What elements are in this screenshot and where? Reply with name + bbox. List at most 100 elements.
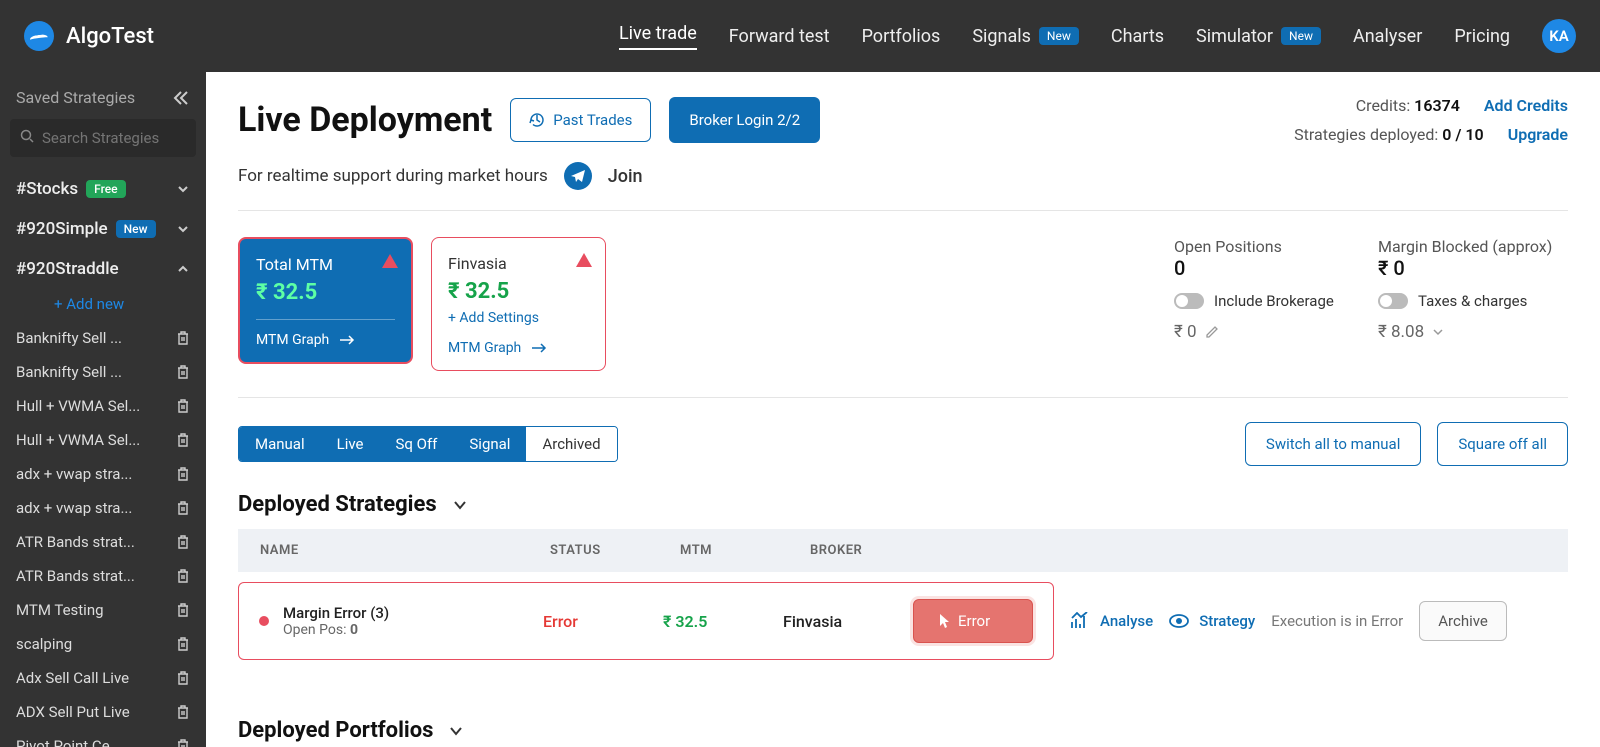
deployed-portfolios-heading: Deployed Portfolios xyxy=(238,718,433,743)
trash-icon[interactable] xyxy=(176,602,190,618)
sidebar-strategy-item[interactable]: Hull + VWMA Sel... xyxy=(0,423,206,457)
mtm-graph-link[interactable]: MTM Graph xyxy=(448,340,589,356)
sidebar-strategy-item[interactable]: ADX Sell Put Live xyxy=(0,695,206,729)
sidebar-strategy-item[interactable]: Adx Sell Call Live xyxy=(0,661,206,695)
past-trades-label: Past Trades xyxy=(553,111,632,129)
filter-tabs: Manual Live Sq Off Signal Archived xyxy=(238,426,618,462)
main-nav: Live trade Forward test Portfolios Signa… xyxy=(619,19,1576,53)
upgrade-link[interactable]: Upgrade xyxy=(1508,125,1568,144)
chevron-down-icon[interactable] xyxy=(447,722,465,740)
category-920simple[interactable]: #920Simple New xyxy=(0,209,206,249)
telegram-icon[interactable] xyxy=(564,162,592,190)
sidebar-strategy-label: Banknifty Sell ... xyxy=(16,329,122,347)
trash-icon[interactable] xyxy=(176,568,190,584)
sidebar-strategy-item[interactable]: ATR Bands strat... xyxy=(0,525,206,559)
history-icon xyxy=(529,112,545,128)
col-name: NAME xyxy=(260,543,550,558)
strategies-table-header: NAME STATUS MTM BROKER xyxy=(238,529,1568,572)
square-off-all-button[interactable]: Square off all xyxy=(1437,422,1568,466)
sidebar-strategy-item[interactable]: Banknifty Sell ... xyxy=(0,321,206,355)
add-settings-link[interactable]: + Add Settings xyxy=(448,310,589,326)
search-icon xyxy=(20,129,34,143)
nav-forward-test[interactable]: Forward test xyxy=(729,26,830,47)
tab-signal[interactable]: Signal xyxy=(453,427,526,461)
nav-live-trade[interactable]: Live trade xyxy=(619,23,697,50)
broker-login-button[interactable]: Broker Login 2/2 xyxy=(669,97,820,143)
sidebar-strategy-item[interactable]: Hull + VWMA Sel... xyxy=(0,389,206,423)
trash-icon[interactable] xyxy=(176,534,190,550)
main-content: Live Deployment Past Trades Broker Login… xyxy=(206,72,1600,747)
trash-icon[interactable] xyxy=(176,670,190,686)
new-badge: New xyxy=(116,220,156,238)
open-positions-label: Open Positions xyxy=(1174,237,1344,256)
search-strategies-input[interactable] xyxy=(10,119,196,157)
brand-name: AlgoTest xyxy=(66,24,154,49)
add-credits-link[interactable]: Add Credits xyxy=(1484,96,1568,115)
edit-icon[interactable] xyxy=(1205,325,1219,339)
collapse-sidebar-icon[interactable] xyxy=(172,89,190,107)
taxes-value: ₹ 8.08 xyxy=(1378,322,1424,342)
total-mtm-card[interactable]: Total MTM ₹ 32.5 MTM Graph xyxy=(238,237,413,364)
new-badge: New xyxy=(1039,27,1079,45)
trash-icon[interactable] xyxy=(176,432,190,448)
trash-icon[interactable] xyxy=(176,398,190,414)
nav-simulator[interactable]: Simulator New xyxy=(1196,26,1321,47)
sidebar-strategy-item[interactable]: ATR Bands strat... xyxy=(0,559,206,593)
analyse-action[interactable]: Analyse xyxy=(1070,612,1153,630)
add-new-strategy[interactable]: + Add new xyxy=(0,289,206,321)
trash-icon[interactable] xyxy=(176,738,190,747)
sidebar-strategy-item[interactable]: scalping xyxy=(0,627,206,661)
sidebar-strategy-item[interactable]: Pivot Point Ce ... xyxy=(0,729,206,747)
sidebar-strategy-item[interactable]: MTM Testing xyxy=(0,593,206,627)
sidebar-strategy-item[interactable]: Banknifty Sell ... xyxy=(0,355,206,389)
execution-error-text: Execution is in Error xyxy=(1271,612,1403,630)
finvasia-card[interactable]: Finvasia ₹ 32.5 + Add Settings MTM Graph xyxy=(431,237,606,371)
include-brokerage-toggle[interactable] xyxy=(1174,293,1204,309)
finvasia-value: ₹ 32.5 xyxy=(448,279,589,304)
sidebar-strategy-item[interactable]: adx + vwap stra... xyxy=(0,491,206,525)
strategy-action[interactable]: Strategy xyxy=(1169,612,1255,630)
join-link[interactable]: Join xyxy=(608,166,643,187)
chevron-down-icon[interactable] xyxy=(451,496,469,514)
archive-button[interactable]: Archive xyxy=(1419,601,1507,641)
credits-label: Credits: xyxy=(1356,96,1410,115)
strategy-row[interactable]: Margin Error (3) Open Pos: 0 Error ₹ 32.… xyxy=(238,582,1054,660)
nav-pricing[interactable]: Pricing xyxy=(1454,26,1510,47)
nav-charts[interactable]: Charts xyxy=(1111,26,1164,47)
sidebar-strategy-item[interactable]: adx + vwap stra... xyxy=(0,457,206,491)
past-trades-button[interactable]: Past Trades xyxy=(510,98,651,142)
sidebar: Saved Strategies #Stocks Free #920Simple xyxy=(0,72,206,747)
switch-all-manual-button[interactable]: Switch all to manual xyxy=(1245,422,1421,466)
user-avatar[interactable]: KA xyxy=(1542,19,1576,53)
open-pos-label: Open Pos: xyxy=(283,622,346,638)
nav-signals[interactable]: Signals New xyxy=(972,26,1079,47)
trash-icon[interactable] xyxy=(176,704,190,720)
brand[interactable]: AlgoTest xyxy=(24,21,154,51)
open-positions-value: 0 xyxy=(1174,256,1344,280)
sidebar-strategy-label: ATR Bands strat... xyxy=(16,567,135,585)
strategy-mtm: ₹ 32.5 xyxy=(663,612,783,631)
category-920straddle-label: #920Straddle xyxy=(16,259,119,279)
trash-icon[interactable] xyxy=(176,636,190,652)
category-920straddle[interactable]: #920Straddle xyxy=(0,249,206,289)
total-mtm-label: Total MTM xyxy=(256,255,395,274)
col-mtm: MTM xyxy=(680,543,810,558)
sidebar-strategy-label: Hull + VWMA Sel... xyxy=(16,397,140,415)
trash-icon[interactable] xyxy=(176,500,190,516)
taxes-charges-toggle[interactable] xyxy=(1378,293,1408,309)
trash-icon[interactable] xyxy=(176,364,190,380)
tab-archived[interactable]: Archived xyxy=(526,427,616,461)
tab-manual[interactable]: Manual xyxy=(239,427,321,461)
tab-live[interactable]: Live xyxy=(321,427,380,461)
nav-analyser[interactable]: Analyser xyxy=(1353,26,1422,47)
trash-icon[interactable] xyxy=(176,466,190,482)
nav-portfolios[interactable]: Portfolios xyxy=(862,26,941,47)
error-button[interactable]: Error xyxy=(913,599,1033,643)
chevron-down-icon[interactable] xyxy=(1432,326,1444,338)
category-stocks[interactable]: #Stocks Free xyxy=(0,169,206,209)
chevron-down-icon xyxy=(176,222,190,236)
strategies-deployed-label: Strategies deployed: xyxy=(1294,125,1438,144)
trash-icon[interactable] xyxy=(176,330,190,346)
tab-sqoff[interactable]: Sq Off xyxy=(379,427,453,461)
mtm-graph-link[interactable]: MTM Graph xyxy=(256,319,395,348)
